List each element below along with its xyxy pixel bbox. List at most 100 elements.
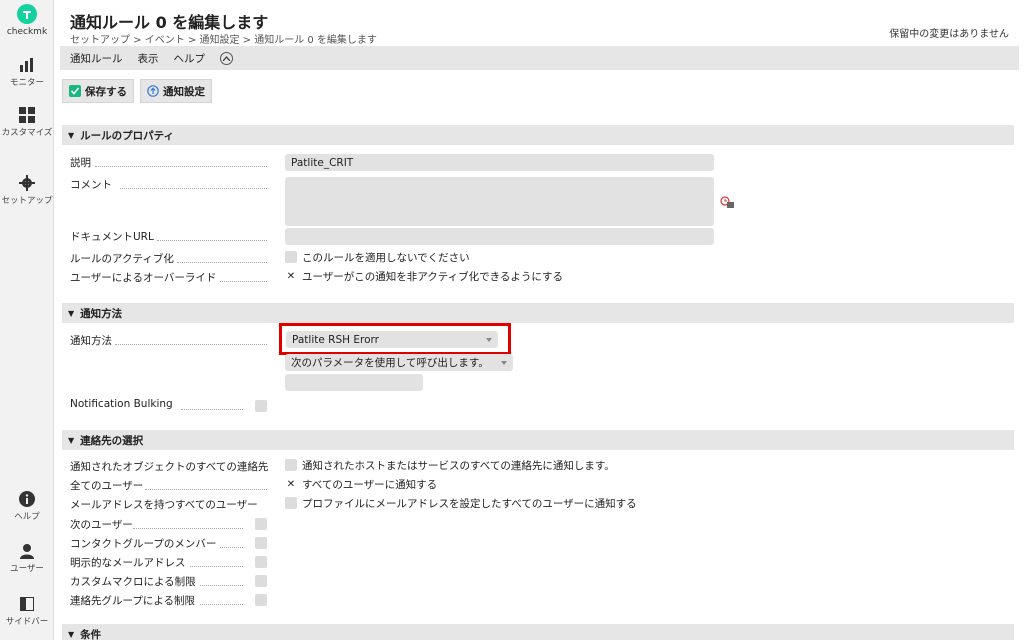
contact-row-label: 明示的なメールアドレス [70,557,186,569]
label-leader-dots [220,547,243,548]
sidebar-item-label: ヘルプ [14,512,40,522]
notify-all-users-checkbox[interactable]: ✕ [285,478,297,490]
pending-changes-status[interactable]: 保留中の変更はありません [889,25,1009,40]
section-header-conditions[interactable]: ▼ 条件 [62,624,1014,640]
explicit-email-checkbox[interactable] [255,556,267,568]
notify-all-users-text: すべてのユーザーに通知する [302,479,438,491]
menu-help[interactable]: ヘルプ [174,51,206,66]
description-input[interactable]: Patlite_CRIT [285,154,714,171]
collapse-menu-icon[interactable] [220,51,233,65]
sidebar-item-sidebar[interactable]: サイドバー [0,595,54,628]
comment-label: コメント [70,179,112,191]
specific-users-checkbox[interactable] [255,518,267,530]
notify-users-with-email-text: プロファイルにメールアドレスを設定したすべてのユーザーに通知する [302,498,637,510]
sidebar-icon [18,595,36,613]
save-check-icon [69,85,81,97]
main-content: 通知ルール 0 を編集します セットアップ > イベント > 通知設定 > 通知… [55,0,1024,640]
logo-text: checkmk [6,27,48,37]
notification-bulking-label: Notification Bulking [70,398,173,410]
notification-bulking-checkbox[interactable] [255,400,267,412]
section-header-contact-selection[interactable]: ▼ 連絡先の選択 [62,430,1014,450]
label-leader-dots [200,604,243,605]
disable-rule-checkbox[interactable] [285,251,297,263]
collapse-triangle-icon: ▼ [68,130,75,140]
label-leader-dots [95,166,267,167]
contact-row-label: 通知されたオブジェクトのすべての連絡先 [70,461,269,473]
save-button[interactable]: 保存する [62,79,134,103]
gear-icon [18,174,36,192]
documentation-url-label: ドキュメントURL [70,231,154,243]
contact-row-label: カスタムマクロによる制限 [70,576,196,588]
highlight-box [279,323,511,355]
label-leader-dots [133,528,243,529]
notify-all-contacts-checkbox[interactable] [285,459,297,471]
sidebar-item-setup[interactable]: セットアップ [0,174,54,207]
label-leader-dots [115,344,267,345]
sidebar-item-customize[interactable]: カスタマイズ [0,106,54,139]
section-title: ルールのプロパティ [80,129,175,142]
sidebar-item-help[interactable]: ヘルプ [0,490,54,523]
contact-row-label: 連絡先グループによる制限 [70,595,196,607]
breadcrumb: セットアップ > イベント > 通知設定 > 通知ルール 0 を編集します [70,35,377,46]
notify-all-contacts-text: 通知されたホストまたはサービスのすべての連絡先に通知します。 [302,460,615,472]
label-leader-dots [181,409,243,410]
label-leader-dots [145,489,267,490]
parameter-select[interactable]: 次のパラメータを使用して呼び出します。 [285,354,513,371]
description-label: 説明 [70,157,91,169]
sidebar-item-label: セットアップ [1,196,53,206]
grid-icon [18,106,36,124]
notify-users-with-email-checkbox[interactable] [285,497,297,509]
documentation-url-input[interactable] [285,228,714,245]
page-title: 通知ルール 0 を編集します [70,13,269,32]
sidebar-item-user[interactable]: ユーザー [0,542,54,575]
parameter-value: 次のパラメータを使用して呼び出します。 [291,357,489,369]
chevron-down-icon [501,360,507,365]
toolbar: 保存する 通知設定 [62,79,212,103]
notification-settings-label: 通知設定 [163,85,205,98]
contact-row-label: 全てのユーザー [70,480,144,492]
disable-rule-text: このルールを適用しないでください [302,252,470,264]
menu-display[interactable]: 表示 [138,51,159,66]
allow-user-override-text: ユーザーがこの通知を非アクティブ化できるようにする [302,271,564,283]
user-override-label: ユーザーによるオーバーライド [70,272,217,284]
section-title: 連絡先の選択 [80,434,144,447]
collapse-triangle-icon: ▼ [68,435,75,445]
sidebar-item-label: モニター [9,78,44,88]
save-button-label: 保存する [85,85,127,98]
menu-bar: 通知ルール 表示 ヘルプ [60,46,1019,70]
timestamp-icon[interactable] [720,196,734,208]
user-icon [18,542,36,560]
label-leader-dots [157,240,267,241]
info-icon [18,490,36,508]
sidebar-item-label: サイドバー [5,617,49,627]
custom-macro-checkbox[interactable] [255,575,267,587]
sidebar-item-label: ユーザー [10,564,44,574]
contact-row-label: 次のユーザー [70,519,133,531]
comment-textarea[interactable] [285,177,714,226]
checkmk-logo[interactable]: checkmk [0,4,54,37]
contact-group-restriction-checkbox[interactable] [255,594,267,606]
contact-group-members-checkbox[interactable] [255,537,267,549]
sidebar-item-monitor[interactable]: モニター [0,56,54,89]
menu-notification-rule[interactable]: 通知ルール [70,51,123,66]
bar-chart-icon [18,56,36,74]
notification-settings-button[interactable]: 通知設定 [140,79,212,103]
allow-user-override-checkbox[interactable]: ✕ [285,270,297,282]
section-header-notification-method[interactable]: ▼ 通知方法 [62,303,1014,323]
contact-row-label: コンタクトグループのメンバー [70,538,217,550]
label-leader-dots [177,262,267,263]
up-arrow-circle-icon [147,85,159,97]
rule-activation-label: ルールのアクティブ化 [70,253,174,265]
sidebar-item-label: カスタマイズ [1,128,53,138]
contact-row-label: メールアドレスを持つすべてのユーザー [70,499,258,511]
label-leader-dots [120,188,267,189]
notification-method-label: 通知方法 [70,335,112,347]
section-title: 条件 [80,628,102,640]
label-leader-dots [220,281,267,282]
section-header-rule-properties[interactable]: ▼ ルールのプロパティ [62,125,1014,145]
collapse-triangle-icon: ▼ [68,308,75,318]
checkmk-logo-icon [17,4,37,24]
section-title: 通知方法 [80,307,123,320]
parameter-input[interactable] [285,374,423,391]
label-leader-dots [190,566,243,567]
